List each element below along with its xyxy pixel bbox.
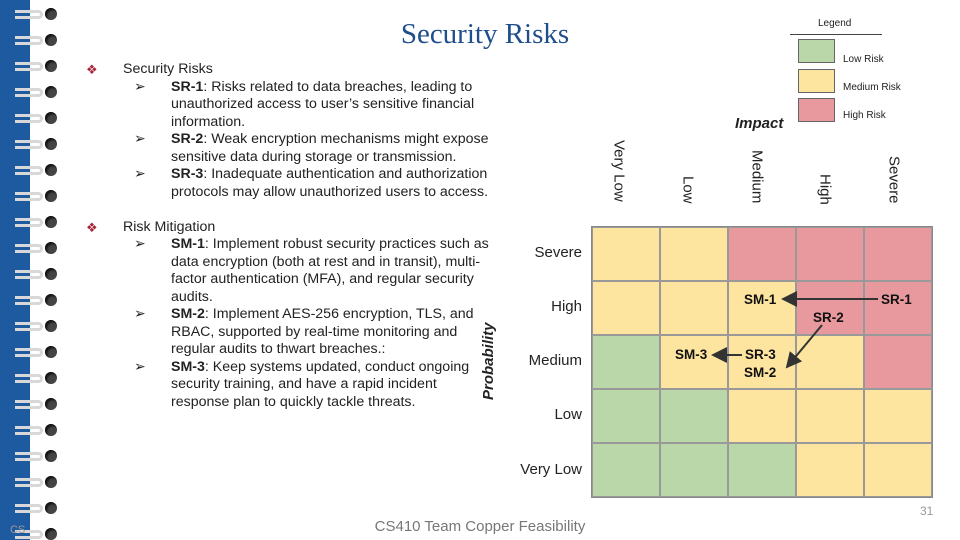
- corner-text: CS: [10, 524, 26, 536]
- mitigation-arrows: [711, 291, 878, 369]
- slide-footer: CS410 Team Copper Feasibility: [374, 518, 586, 535]
- arrow-sr2-to-sm2: [785, 324, 823, 369]
- page-number: 31: [920, 504, 934, 518]
